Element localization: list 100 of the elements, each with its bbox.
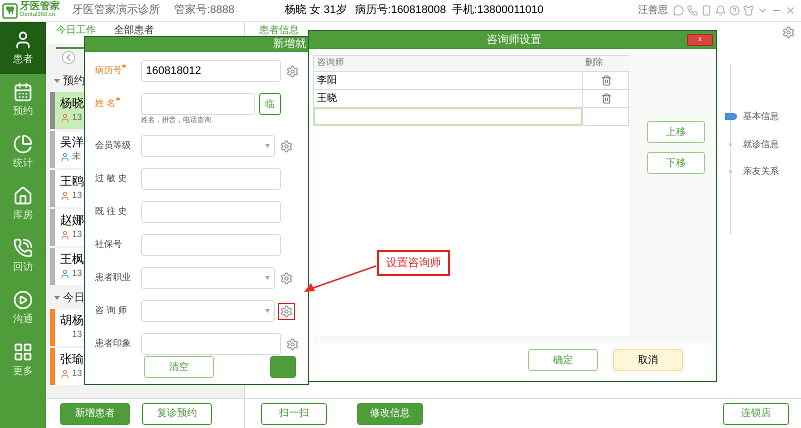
person-icon	[60, 191, 70, 201]
gear-button[interactable]	[284, 62, 301, 80]
field-label: 会员等级	[95, 139, 131, 152]
patient-info: 13	[72, 228, 82, 242]
back-icon[interactable]	[62, 50, 75, 64]
shirt-icon[interactable]	[743, 5, 754, 16]
field-label: 既 往 史	[95, 205, 128, 218]
table-cell: 李阳	[314, 72, 582, 90]
house-icon	[13, 186, 33, 206]
info-tab[interactable]: 患者信息	[259, 22, 299, 38]
patient-info: 13	[72, 189, 82, 202]
caret-icon	[265, 309, 270, 313]
action-button[interactable]: 修改信息	[357, 402, 423, 424]
bell-icon[interactable]	[715, 5, 726, 16]
gear-button[interactable]	[278, 138, 295, 154]
clear-button[interactable]: 清空	[144, 356, 214, 378]
field-label: 患者职业	[95, 271, 131, 284]
phone-icon[interactable]	[687, 5, 698, 16]
clinic-name: 牙医管家演示诊所	[72, 2, 160, 18]
column-header: 咨询师	[314, 56, 582, 72]
caret-icon	[265, 276, 270, 280]
input-field[interactable]	[141, 201, 281, 223]
grid-icon	[13, 342, 33, 362]
dialog-title: 咨询师设置	[486, 32, 542, 48]
delete-icon[interactable]	[601, 75, 612, 86]
patient-name: 吴洋	[60, 135, 84, 150]
sidebar-item[interactable]: 统计	[0, 126, 46, 178]
patient-name: 张瑜	[60, 352, 84, 368]
dialog-title: 新增就	[273, 36, 306, 52]
close-icon[interactable]	[785, 5, 796, 16]
table-cell: 王晓	[314, 90, 582, 108]
input-field[interactable]	[141, 93, 255, 115]
timeline-item[interactable]: 亲友关系	[743, 165, 779, 178]
sidebar-item[interactable]: 沟通	[0, 282, 46, 334]
action-button[interactable]: 新增患者	[60, 402, 130, 424]
patient-info: 13	[72, 267, 82, 280]
move-button[interactable]: 上移	[647, 121, 705, 143]
move-button[interactable]: 下移	[647, 152, 705, 174]
temp-button[interactable]: 临	[259, 93, 281, 115]
input-field[interactable]: 160818012	[141, 60, 281, 82]
required-mark-icon	[122, 64, 126, 68]
sidebar-item[interactable]: 回访	[0, 230, 46, 282]
calendar-icon	[13, 82, 33, 102]
delete-icon[interactable]	[601, 93, 612, 104]
gear-button[interactable]	[284, 336, 301, 352]
action-button[interactable]: 复诊预约	[142, 402, 212, 424]
play-icon	[13, 290, 33, 310]
field-label: 姓 名	[95, 97, 116, 110]
timeline-item[interactable]: 就诊信息	[743, 138, 779, 151]
timeline-item[interactable]: 基本信息	[743, 110, 779, 124]
settings-icon[interactable]	[782, 26, 795, 39]
dialog-button[interactable]: 取消	[613, 349, 683, 371]
patient-info: 13	[72, 367, 82, 380]
collapse-icon[interactable]	[54, 295, 60, 301]
action-button[interactable]: 连锁店	[723, 402, 789, 424]
patient-name: 杨晓	[60, 96, 84, 112]
help-icon[interactable]	[729, 5, 740, 16]
person-icon	[60, 269, 70, 279]
input-field[interactable]	[141, 234, 281, 256]
logo-title: 牙医管家	[20, 2, 60, 10]
person-icon	[60, 152, 70, 162]
select-field[interactable]	[141, 135, 275, 157]
input-field[interactable]	[314, 108, 582, 125]
chat-icon[interactable]	[673, 5, 684, 16]
patient-name: 胡杨	[60, 313, 84, 328]
annotation-label: 设置咨询师	[377, 250, 450, 276]
caret-icon	[265, 144, 270, 148]
pie-chart-icon	[13, 134, 33, 154]
sidebar-item[interactable]: 患者	[0, 22, 46, 74]
patient-info: 未	[72, 150, 81, 164]
group-label: 今日	[63, 290, 85, 306]
patient-name: 赵娜	[60, 213, 84, 228]
sidebar-item[interactable]: 库房	[0, 178, 46, 230]
sidebar-item[interactable]: 预约	[0, 74, 46, 126]
input-field[interactable]	[141, 168, 281, 190]
phone-icon	[13, 238, 33, 258]
field-label: 咨 询 师	[95, 304, 128, 318]
gear-button[interactable]	[278, 270, 295, 286]
person-icon	[60, 369, 70, 379]
required-mark-icon	[116, 97, 120, 102]
account-number: 管家号:8888	[174, 2, 235, 18]
field-label: 患者印象	[95, 337, 131, 350]
collapse-icon[interactable]	[54, 78, 60, 84]
field-label: 病历号	[95, 64, 122, 78]
mobile-icon[interactable]	[701, 5, 712, 16]
confirm-button[interactable]	[270, 356, 296, 378]
patient-info: 13	[72, 328, 82, 342]
input-field[interactable]	[141, 333, 281, 355]
gear-button[interactable]	[278, 302, 295, 320]
group-label: 预约	[63, 74, 85, 89]
field-label: 社保号	[95, 238, 122, 252]
patient-name: 王鸥	[60, 174, 84, 190]
action-button[interactable]: 扫一扫	[261, 402, 327, 424]
select-field[interactable]	[141, 300, 275, 322]
sidebar-item[interactable]: 更多	[0, 334, 46, 386]
patient-name: 王枫	[60, 252, 84, 268]
field-label: 过 敏 史	[95, 172, 128, 186]
dialog-button[interactable]: 确定	[528, 349, 598, 371]
select-field[interactable]	[141, 267, 275, 289]
person-icon	[60, 113, 70, 123]
